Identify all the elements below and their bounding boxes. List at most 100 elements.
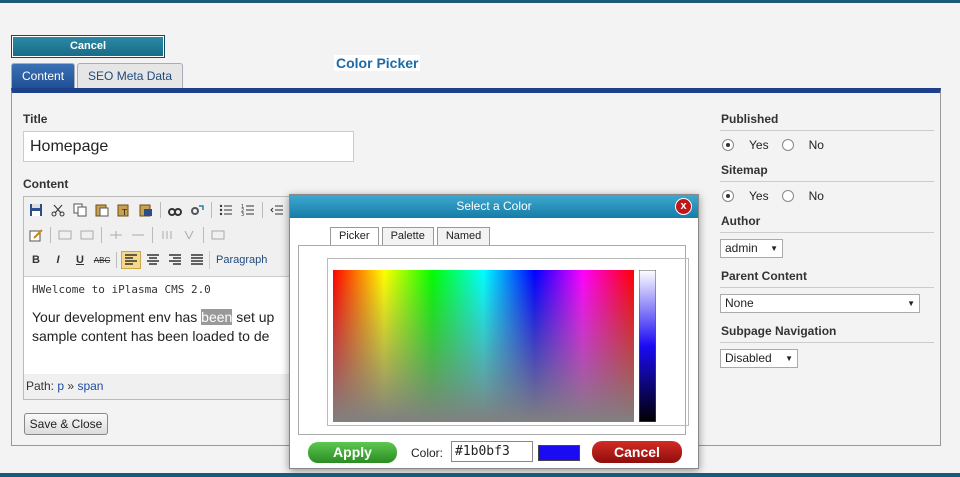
color-label: Color: bbox=[411, 446, 444, 460]
published-no-label: No bbox=[808, 138, 824, 152]
parent-content-select[interactable]: None ▼ bbox=[720, 294, 920, 313]
sitemap-radio-group: Yes No bbox=[720, 187, 824, 205]
editor-text: Your development env has bbox=[32, 309, 202, 325]
table-delete-icon[interactable] bbox=[128, 226, 148, 244]
frame-icon[interactable] bbox=[208, 226, 228, 244]
underline-icon[interactable]: U bbox=[70, 251, 90, 269]
author-select[interactable]: admin ▼ bbox=[720, 239, 783, 258]
selected-text: been bbox=[201, 309, 233, 325]
apply-button[interactable]: Apply bbox=[308, 442, 397, 463]
toolbar-separator bbox=[116, 252, 117, 268]
editor-body[interactable]: HWelcome to iPlasma CMS 2.0 Your develop… bbox=[24, 276, 292, 374]
toolbar-row-1: T 123 bbox=[26, 199, 287, 221]
editor-paragraph: sample content has been loaded to de bbox=[32, 328, 270, 344]
author-value: admin bbox=[725, 241, 758, 255]
number-list-icon[interactable]: 123 bbox=[238, 201, 258, 219]
align-center-icon[interactable] bbox=[143, 251, 163, 269]
save-close-button[interactable]: Save & Close bbox=[24, 413, 108, 435]
chevron-down-icon: ▼ bbox=[770, 244, 778, 253]
published-yes-radio[interactable] bbox=[722, 139, 734, 151]
toolbar-separator bbox=[203, 227, 204, 243]
divider bbox=[720, 232, 934, 233]
tab-content[interactable]: Content bbox=[11, 63, 76, 88]
parent-content-value: None bbox=[725, 296, 754, 310]
outdent-icon[interactable] bbox=[267, 201, 287, 219]
toolbar-row-3: B I U ABC Paragraph bbox=[26, 249, 267, 271]
find-icon[interactable] bbox=[165, 201, 185, 219]
toolbar-separator bbox=[262, 202, 263, 218]
copy-icon[interactable] bbox=[70, 201, 90, 219]
bullet-list-icon[interactable] bbox=[216, 201, 236, 219]
close-icon[interactable]: x bbox=[675, 198, 692, 215]
table-insert-icon[interactable] bbox=[106, 226, 126, 244]
path-separator: » bbox=[67, 379, 75, 393]
published-radio-group: Yes No bbox=[720, 136, 824, 154]
subpage-navigation-select[interactable]: Disabled ▼ bbox=[720, 349, 798, 368]
dialog-cancel-button[interactable]: Cancel bbox=[592, 441, 682, 463]
align-justify-icon[interactable] bbox=[187, 251, 207, 269]
editor-paragraph: Your development env has been set up bbox=[32, 308, 284, 327]
sitemap-yes-radio[interactable] bbox=[722, 190, 734, 202]
published-yes-label: Yes bbox=[749, 138, 769, 152]
content-label: Content bbox=[23, 177, 69, 191]
save-icon[interactable] bbox=[26, 201, 46, 219]
path-label: Path: bbox=[26, 379, 55, 393]
editor-path: Path: p » span bbox=[24, 374, 292, 399]
table-row-icon[interactable] bbox=[77, 226, 97, 244]
divider bbox=[720, 130, 934, 131]
path-p-link[interactable]: p bbox=[57, 379, 64, 393]
svg-text:T: T bbox=[121, 208, 127, 217]
editor-text: set up bbox=[232, 309, 275, 325]
paste-text-icon[interactable]: T bbox=[114, 201, 134, 219]
italic-icon[interactable]: I bbox=[48, 251, 68, 269]
strike-icon[interactable]: ABC bbox=[92, 251, 112, 269]
cancel-button[interactable]: Cancel bbox=[11, 35, 165, 58]
tab-named[interactable]: Named bbox=[436, 227, 491, 245]
tab-seo-meta-data[interactable]: SEO Meta Data bbox=[77, 63, 184, 88]
sitemap-yes-label: Yes bbox=[749, 189, 769, 203]
editor-heading: HWelcome to iPlasma CMS 2.0 bbox=[32, 283, 211, 296]
divider bbox=[720, 287, 934, 288]
dialog-tabs: Picker Palette Named bbox=[330, 227, 491, 246]
color-spectrum[interactable] bbox=[333, 270, 634, 422]
sitemap-no-label: No bbox=[808, 189, 824, 203]
published-label: Published bbox=[721, 112, 779, 126]
format-select[interactable]: Paragraph bbox=[209, 251, 267, 269]
align-right-icon[interactable] bbox=[165, 251, 185, 269]
column-icon[interactable] bbox=[157, 226, 177, 244]
parent-content-label: Parent Content bbox=[721, 269, 808, 283]
replace-icon[interactable] bbox=[187, 201, 207, 219]
title-input[interactable]: Homepage bbox=[23, 131, 354, 162]
subpage-navigation-label: Subpage Navigation bbox=[721, 324, 837, 338]
toolbar-separator bbox=[50, 227, 51, 243]
path-span-link[interactable]: span bbox=[77, 379, 103, 393]
bold-icon[interactable]: B bbox=[26, 251, 46, 269]
color-input[interactable]: #1b0bf3 bbox=[451, 441, 533, 462]
toolbar-row-2 bbox=[26, 224, 228, 246]
sitemap-label: Sitemap bbox=[721, 163, 768, 177]
title-label: Title bbox=[23, 112, 48, 126]
svg-text:3: 3 bbox=[241, 212, 244, 217]
top-bar bbox=[0, 0, 960, 3]
color-swatch bbox=[538, 445, 580, 461]
bottom-bar bbox=[0, 473, 960, 477]
edit-icon[interactable] bbox=[26, 226, 46, 244]
published-no-radio[interactable] bbox=[781, 139, 794, 151]
tab-palette[interactable]: Palette bbox=[381, 227, 434, 245]
divider bbox=[720, 342, 934, 343]
paste-icon[interactable] bbox=[92, 201, 112, 219]
tab-bar: Content SEO Meta Data bbox=[11, 63, 185, 88]
tab-picker[interactable]: Picker bbox=[330, 227, 379, 246]
table-icon[interactable] bbox=[55, 226, 75, 244]
toolbar-separator bbox=[101, 227, 102, 243]
toolbar-separator bbox=[152, 227, 153, 243]
brightness-slider[interactable] bbox=[639, 270, 656, 422]
align-left-icon[interactable] bbox=[121, 251, 141, 269]
chevron-down-icon: ▼ bbox=[785, 354, 793, 363]
merge-icon[interactable] bbox=[179, 226, 199, 244]
toolbar-separator bbox=[160, 202, 161, 218]
sitemap-no-radio[interactable] bbox=[781, 190, 794, 202]
cut-icon[interactable] bbox=[48, 201, 68, 219]
paste-word-icon[interactable] bbox=[136, 201, 156, 219]
rich-text-editor: T 123 B I U ABC Paragraph HWelcome to iP… bbox=[23, 196, 293, 400]
